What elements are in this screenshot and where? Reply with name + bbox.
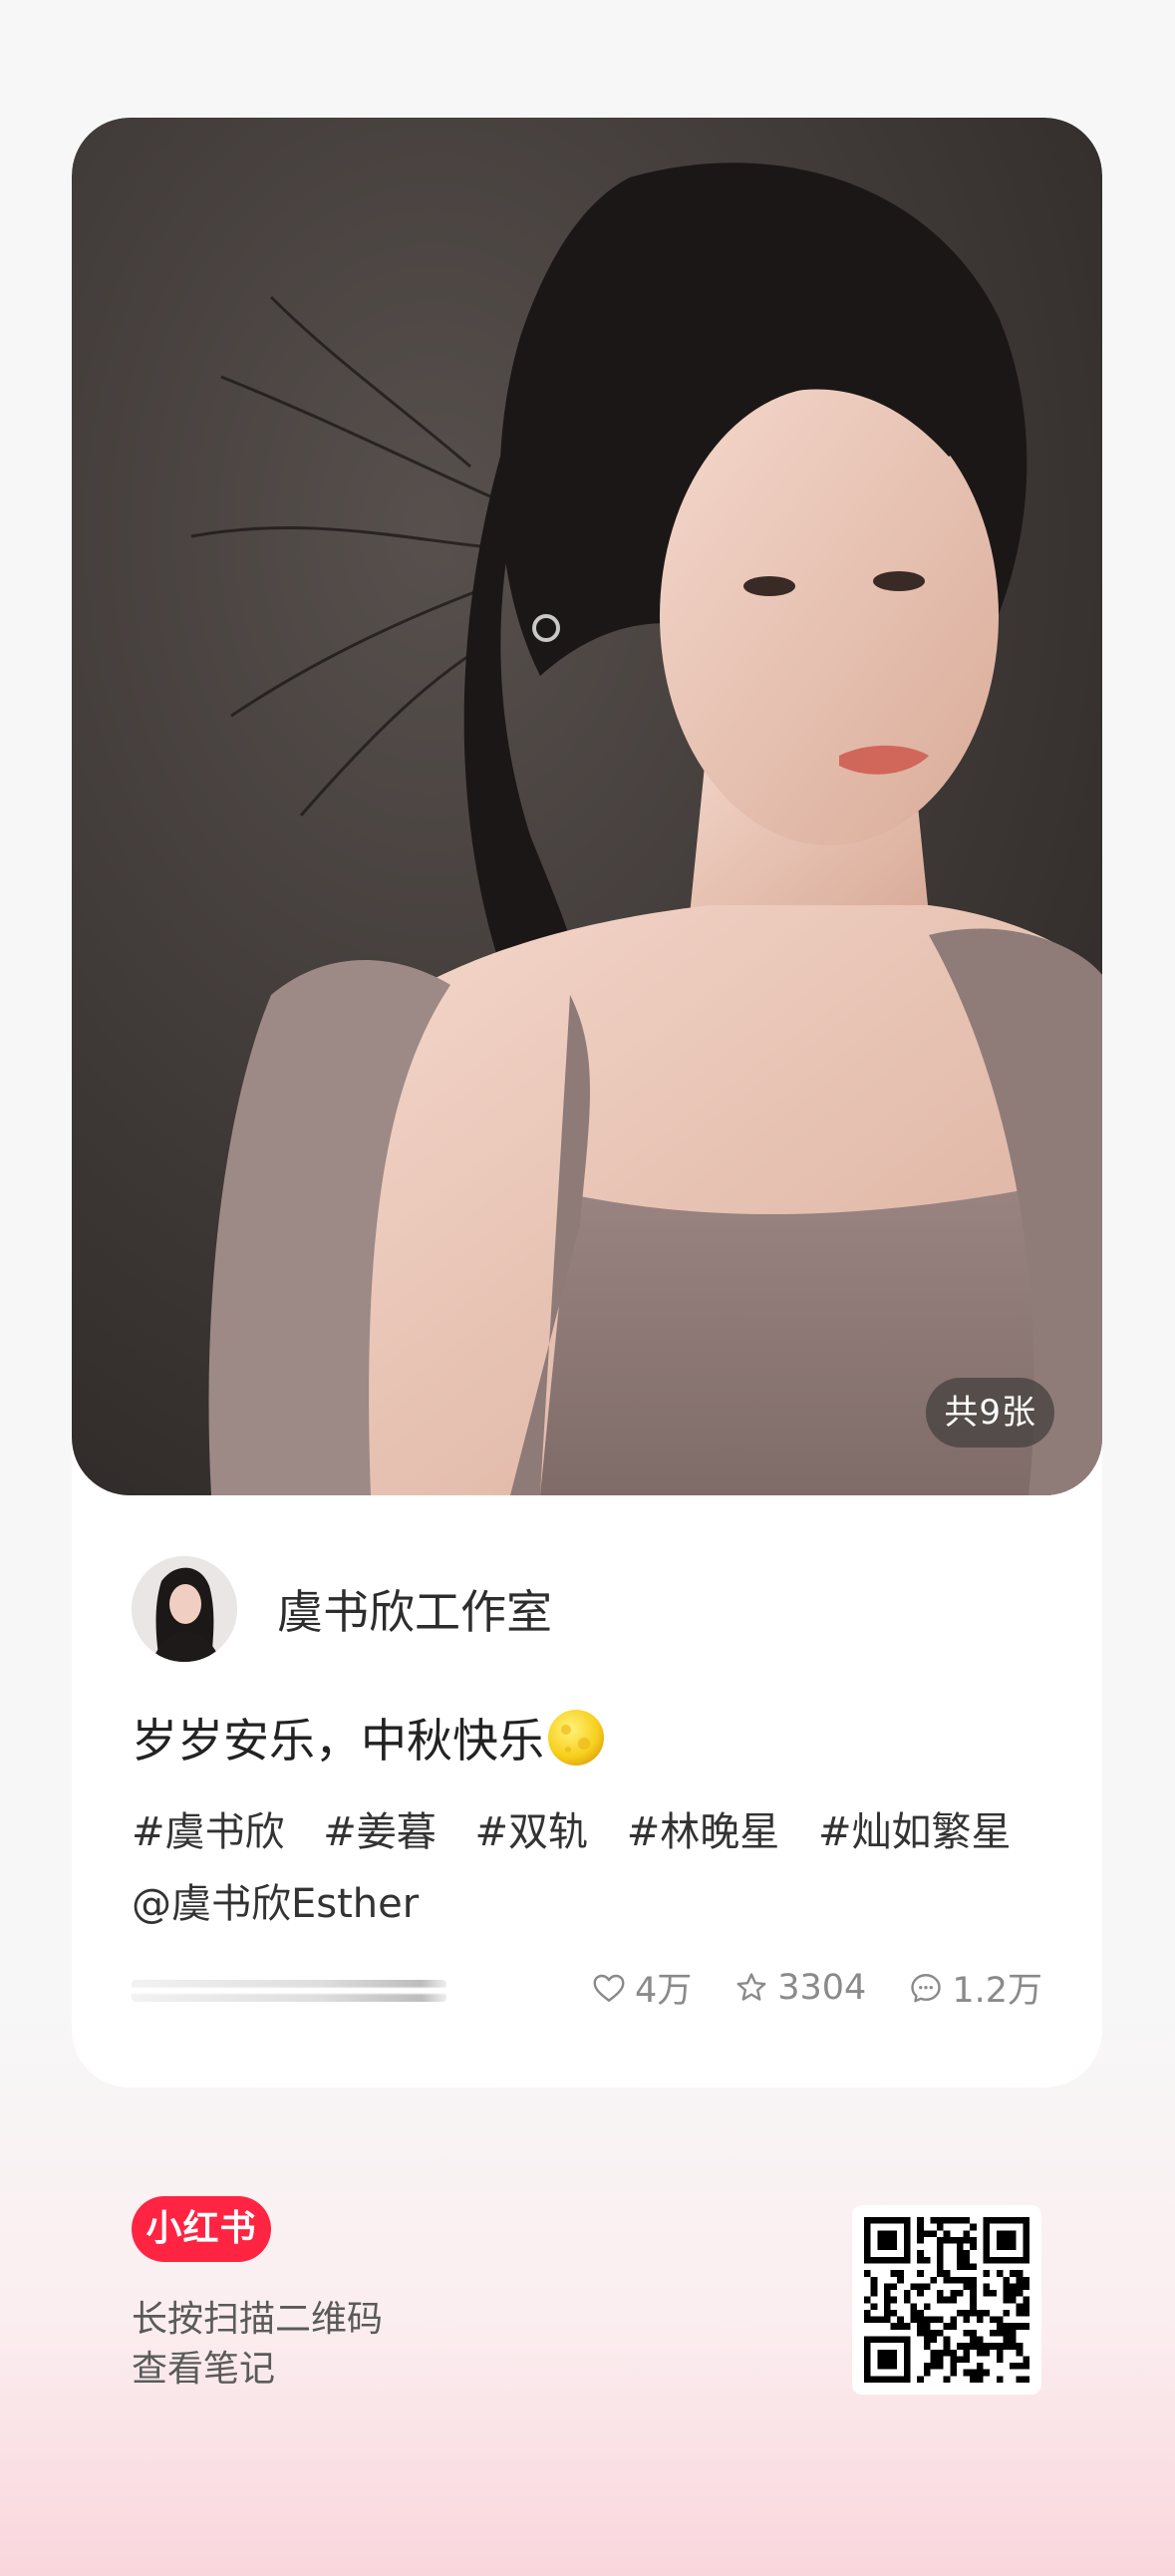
hashtag-list: #虞书欣 #姜暮 #双轨 #林晚星 #灿如繁星 @虞书欣Esther (132, 1796, 1058, 1940)
chat-bubble-icon (911, 1973, 942, 2002)
like-stat[interactable]: 4万 (591, 1962, 692, 2013)
placeholder-bar (132, 1980, 446, 2002)
hashtag-link[interactable]: #灿如繁星 (818, 1809, 1012, 1855)
hashtag-link[interactable]: #双轨 (474, 1809, 588, 1855)
cover-photo[interactable]: 共9张 (72, 118, 1102, 1495)
xiaohongshu-logo: 小红书 (132, 2196, 271, 2262)
comment-stat[interactable]: 1.2万 (908, 1962, 1042, 2013)
portrait-illustration (72, 118, 1102, 1495)
star-outline-icon (736, 1972, 766, 2001)
hashtag-link[interactable]: #林晚星 (627, 1809, 780, 1855)
scan-hint: 长按扫描二维码 查看笔记 (132, 2295, 383, 2395)
note-title: 岁岁安乐，中秋快乐 (132, 1705, 606, 1771)
avatar[interactable] (132, 1556, 237, 1662)
author-name[interactable]: 虞书欣工作室 (277, 1576, 552, 1642)
like-count: 4万 (634, 1971, 693, 2011)
note-title-text: 岁岁安乐，中秋快乐 (132, 1714, 544, 1768)
qr-code-icon (864, 2217, 1029, 2383)
image-count-badge: 共9张 (926, 1378, 1054, 1448)
full-moon-icon (546, 1708, 606, 1768)
comment-count: 1.2万 (952, 1971, 1042, 2011)
qr-code[interactable] (852, 2205, 1041, 2395)
hashtag-link[interactable]: #姜暮 (323, 1809, 437, 1855)
scan-hint-line: 长按扫描二维码 (132, 2299, 384, 2340)
heart-outline-icon (593, 1974, 625, 2002)
scan-hint-line: 查看笔记 (132, 2349, 276, 2390)
mention-link[interactable]: @虞书欣Esther (132, 1881, 419, 1927)
favorite-count: 3304 (777, 1967, 867, 2008)
author-row[interactable]: 虞书欣工作室 (132, 1556, 552, 1662)
hashtag-link[interactable]: #虞书欣 (132, 1809, 285, 1855)
engagement-stats: 4万 3304 1.2万 (549, 1962, 1042, 2013)
note-card[interactable]: 共9张 虞书欣工作室 岁岁安乐，中秋快乐 #虞书欣 #姜暮 #双轨 #林晚星 #… (72, 118, 1102, 2088)
favorite-stat[interactable]: 3304 (734, 1968, 866, 2008)
